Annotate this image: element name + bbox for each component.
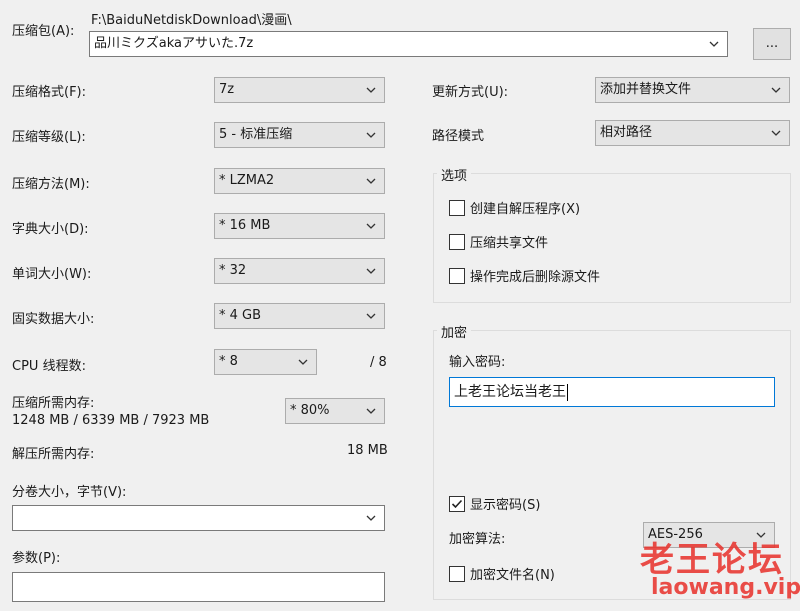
chevron-down-icon (366, 87, 376, 93)
threads-max: / 8 (370, 355, 387, 370)
level-label: 压缩等级(L): (12, 130, 86, 145)
delete-after-label: 操作完成后删除源文件 (470, 270, 601, 285)
sfx-label: 创建自解压程序(X) (470, 202, 581, 217)
split-combo[interactable] (12, 505, 385, 531)
checkbox-box[interactable] (449, 199, 465, 216)
algo-label: 加密算法: (449, 532, 506, 547)
mem-percent-value: * 80% (290, 403, 330, 418)
watermark-logo-text: 老王论坛 (640, 540, 784, 580)
chevron-down-icon (366, 268, 376, 274)
dict-value: * 16 MB (219, 218, 271, 233)
level-value: 5 - 标准压缩 (219, 127, 293, 142)
threads-combo[interactable]: * 8 (214, 349, 317, 375)
word-value: * 32 (219, 263, 247, 278)
solid-combo[interactable]: * 4 GB (214, 303, 385, 329)
checkbox-box[interactable] (449, 267, 465, 284)
word-label: 单词大小(W): (12, 267, 92, 282)
solid-value: * 4 GB (219, 308, 262, 323)
method-value: * LZMA2 (219, 173, 275, 188)
chevron-down-icon (771, 87, 781, 93)
text-caret (567, 383, 568, 401)
update-label: 更新方式(U): (432, 85, 509, 100)
dict-label: 字典大小(D): (12, 222, 89, 237)
encrypt-names-label: 加密文件名(N) (470, 568, 555, 583)
sfx-checkbox[interactable]: 创建自解压程序(X) (449, 198, 580, 217)
encryption-title: 加密 (437, 322, 472, 341)
archive-name-value: 品川ミクズakaアサいた.7z (94, 36, 254, 51)
chevron-down-icon (709, 41, 719, 47)
chevron-down-icon (366, 223, 376, 229)
chevron-down-icon (366, 515, 376, 521)
threads-value: * 8 (219, 354, 238, 369)
update-combo[interactable]: 添加并替换文件 (595, 77, 790, 103)
word-combo[interactable]: * 32 (214, 258, 385, 284)
password-input[interactable]: 上老王论坛当老王 (449, 377, 775, 407)
encrypt-names-checkbox[interactable]: 加密文件名(N) (449, 564, 555, 583)
checkbox-box[interactable] (449, 233, 465, 250)
chevron-down-icon (366, 132, 376, 138)
shared-files-label: 压缩共享文件 (470, 236, 549, 251)
path-mode-label: 路径模式 (432, 129, 485, 144)
chevron-down-icon (366, 408, 376, 414)
chevron-down-icon (366, 178, 376, 184)
mem-comp-label: 压缩所需内存: (12, 396, 95, 411)
chevron-down-icon (298, 359, 308, 365)
format-combo[interactable]: 7z (214, 77, 385, 103)
checkbox-box[interactable] (449, 565, 465, 582)
archive-label: 压缩包(A): (12, 24, 75, 39)
level-combo[interactable]: 5 - 标准压缩 (214, 122, 385, 148)
mem-percent-combo[interactable]: * 80% (285, 398, 385, 424)
format-label: 压缩格式(F): (12, 85, 87, 100)
update-value: 添加并替换文件 (600, 82, 692, 97)
options-title: 选项 (437, 165, 472, 184)
checkbox-box[interactable] (449, 495, 465, 512)
chevron-down-icon (771, 130, 781, 136)
password-value: 上老王论坛当老王 (454, 384, 566, 400)
solid-label: 固实数据大小: (12, 312, 95, 327)
path-mode-value: 相对路径 (600, 125, 653, 140)
params-input[interactable] (12, 572, 385, 602)
chevron-down-icon (366, 313, 376, 319)
method-combo[interactable]: * LZMA2 (214, 168, 385, 194)
shared-files-checkbox[interactable]: 压缩共享文件 (449, 232, 548, 251)
show-password-checkbox[interactable]: 显示密码(S) (449, 494, 540, 513)
params-label: 参数(P): (12, 551, 61, 566)
method-label: 压缩方法(M): (12, 177, 90, 192)
dict-combo[interactable]: * 16 MB (214, 213, 385, 239)
delete-after-checkbox[interactable]: 操作完成后删除源文件 (449, 266, 600, 285)
checkmark-icon (451, 499, 463, 508)
mem-decomp-label: 解压所需内存: (12, 447, 95, 462)
show-password-label: 显示密码(S) (470, 498, 541, 513)
archive-name-combo[interactable]: 品川ミクズakaアサいた.7z (89, 31, 728, 57)
archive-path: F:\BaiduNetdiskDownload\漫画\ (91, 13, 292, 28)
mem-comp-value: 1248 MB / 6339 MB / 7923 MB (12, 413, 210, 428)
password-label: 输入密码: (449, 355, 506, 370)
mem-decomp-value: 18 MB (347, 443, 388, 458)
threads-label: CPU 线程数: (12, 359, 86, 374)
format-value: 7z (219, 82, 235, 97)
path-mode-combo[interactable]: 相对路径 (595, 120, 790, 146)
watermark-url: laowang.vip (651, 575, 800, 600)
browse-button[interactable]: ... (753, 28, 791, 60)
split-label: 分卷大小，字节(V): (12, 485, 127, 500)
